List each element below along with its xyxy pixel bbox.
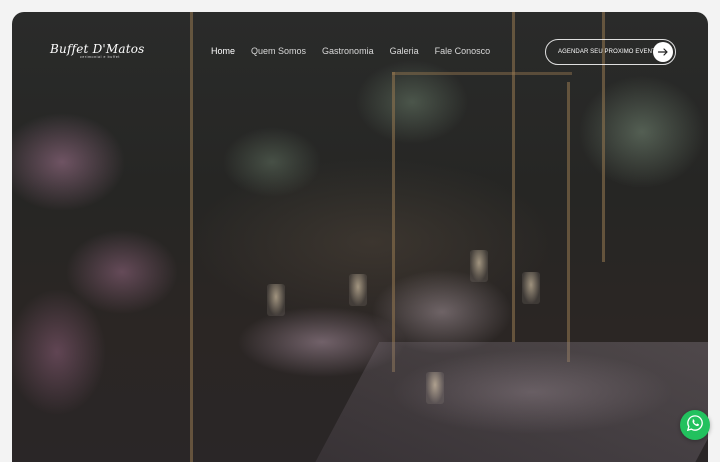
- decor-pole: [567, 82, 570, 362]
- logo-name: Buffet D'Matos: [50, 42, 145, 56]
- decor-candle: [470, 250, 488, 282]
- nav-fale-conosco[interactable]: Fale Conosco: [435, 46, 491, 56]
- nav-quem-somos[interactable]: Quem Somos: [251, 46, 306, 56]
- whatsapp-icon: [686, 414, 704, 437]
- decor-candle: [267, 284, 285, 316]
- decor-table: [304, 342, 708, 462]
- nav-galeria[interactable]: Galeria: [390, 46, 419, 56]
- nav-gastronomia[interactable]: Gastronomia: [322, 46, 374, 56]
- hero-section: Buffet D'Matos cerimonial e buffet Home …: [12, 12, 708, 462]
- main-nav: Home Quem Somos Gastronomia Galeria Fale…: [211, 46, 506, 56]
- schedule-event-button[interactable]: AGENDAR SEU PROXIMO EVENTO: [545, 39, 676, 65]
- whatsapp-button[interactable]: [680, 410, 710, 440]
- decor-pole: [392, 72, 395, 372]
- nav-home[interactable]: Home: [211, 46, 235, 56]
- arrow-right-icon: [653, 42, 673, 62]
- logo[interactable]: Buffet D'Matos cerimonial e buffet: [50, 42, 145, 59]
- decor-candle: [349, 274, 367, 306]
- decor-candle: [426, 372, 444, 404]
- site-header: Buffet D'Matos cerimonial e buffet Home …: [12, 12, 708, 92]
- schedule-event-label: AGENDAR SEU PROXIMO EVENTO: [558, 49, 661, 55]
- decor-candle: [522, 272, 540, 304]
